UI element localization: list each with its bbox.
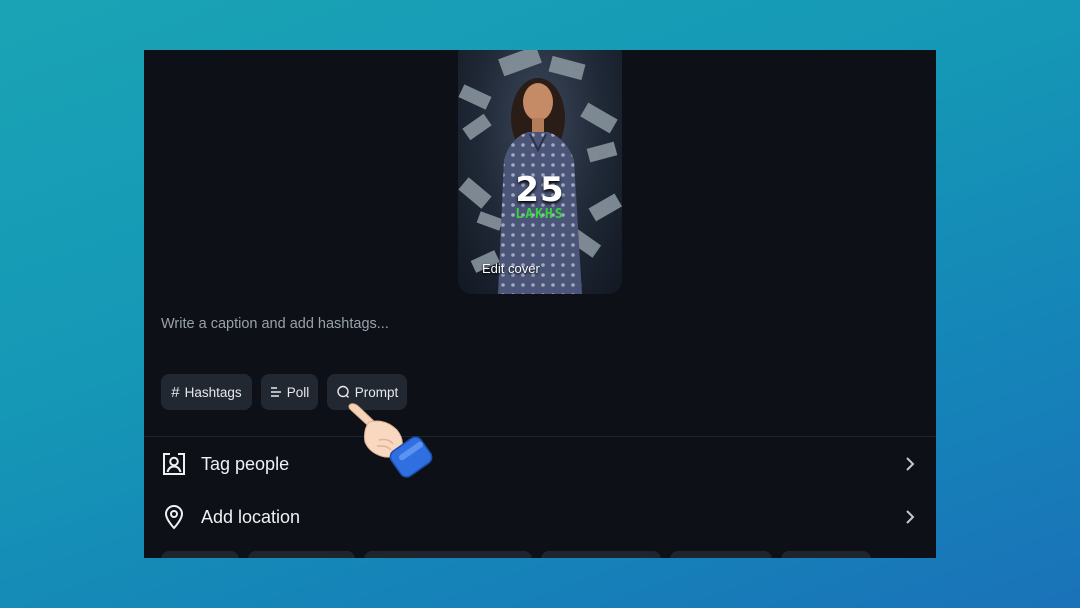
location-suggestion-chip[interactable] (670, 551, 772, 558)
tag-people-label: Tag people (201, 453, 290, 474)
location-suggestion-chip[interactable] (161, 551, 239, 558)
add-location-row[interactable]: Add location (144, 497, 936, 537)
cover-subline: LAKHS (515, 207, 565, 222)
location-suggestion-chip[interactable] (541, 551, 661, 558)
cover-headline: 25 (515, 170, 565, 210)
pointing-hand-icon (348, 403, 433, 478)
location-pin-icon (164, 505, 184, 530)
tag-people-row[interactable]: Tag people (144, 444, 936, 484)
post-editor-screen: 25 LAKHS Edit cover Write a caption and … (144, 50, 936, 558)
poll-chip[interactable]: Poll (261, 374, 318, 410)
hashtags-chip-label: Hashtags (184, 384, 242, 400)
poll-chip-label: Poll (286, 384, 310, 400)
caption-input[interactable]: Write a caption and add hashtags... (161, 316, 389, 332)
location-suggestion-chip[interactable] (364, 551, 532, 558)
cover-thumbnail[interactable]: 25 LAKHS Edit cover (458, 50, 622, 294)
add-location-label: Add location (201, 506, 301, 527)
location-suggestion-chip[interactable] (248, 551, 355, 558)
prompt-chip-label: Prompt (354, 384, 399, 400)
chevron-right-icon (906, 510, 915, 524)
edit-cover-button[interactable]: Edit cover (482, 261, 540, 276)
location-suggestion-chip[interactable] (781, 551, 871, 558)
poll-icon (270, 386, 282, 398)
chevron-right-icon (906, 457, 915, 471)
section-divider (144, 436, 936, 437)
prompt-bubble-icon (336, 385, 350, 399)
hash-icon: # (171, 383, 180, 401)
hashtags-chip[interactable]: # Hashtags (161, 374, 252, 410)
tag-person-icon (163, 452, 185, 475)
